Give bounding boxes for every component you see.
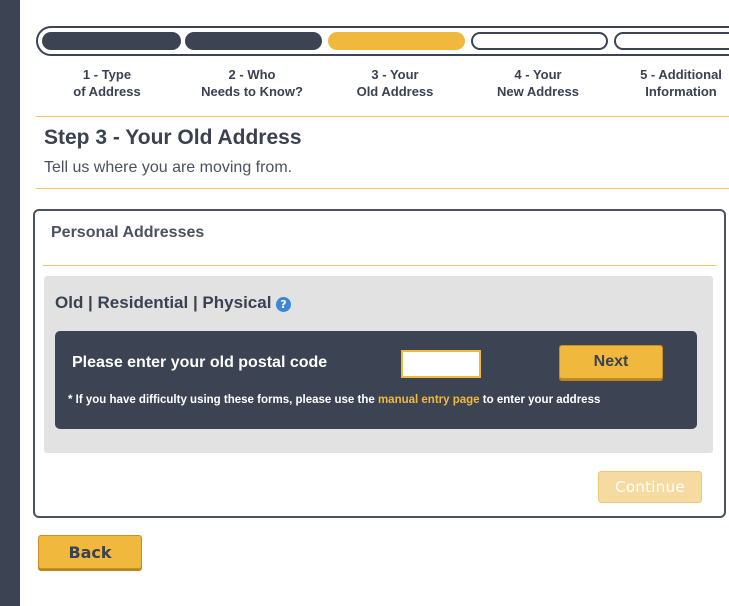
postal-code-input[interactable] bbox=[401, 350, 481, 378]
step-2-line1: 2 - Who bbox=[228, 67, 276, 82]
difficulty-note: * If you have difficulty using these for… bbox=[68, 394, 600, 406]
progress-segment-step-2 bbox=[185, 32, 322, 50]
step-3-line2: Old Address bbox=[356, 84, 434, 99]
progress-segment-step-3 bbox=[328, 32, 465, 50]
step-4-line1: 4 - Your bbox=[514, 67, 562, 82]
continue-button[interactable]: Continue bbox=[598, 471, 702, 503]
divider-header bbox=[36, 188, 729, 189]
step-label-3: 3 - Your Old Address bbox=[325, 66, 465, 100]
note-prefix: * If you have difficulty using these for… bbox=[68, 394, 378, 406]
step-5-line2: Information bbox=[645, 84, 717, 99]
section-title: Old | Residential | Physical bbox=[55, 293, 272, 312]
step-3-line1: 3 - Your bbox=[371, 67, 419, 82]
divider-top bbox=[36, 116, 729, 117]
step-1-line2: of Address bbox=[73, 84, 141, 99]
progress-segment-step-1 bbox=[42, 32, 181, 50]
step-1-line1: 1 - Type bbox=[82, 67, 132, 82]
step-4-line2: New Address bbox=[497, 84, 579, 99]
note-suffix: to enter your address bbox=[479, 394, 601, 406]
postal-code-label: Please enter your old postal code bbox=[72, 354, 328, 371]
step-5-line1: 5 - Additional bbox=[640, 67, 722, 82]
card-title: Personal Addresses bbox=[51, 224, 205, 241]
left-edge-bar bbox=[0, 0, 20, 606]
page-subtitle: Tell us where you are moving from. bbox=[44, 159, 293, 176]
step-label-1: 1 - Type of Address bbox=[37, 66, 177, 100]
step-label-2: 2 - Who Needs to Know? bbox=[182, 66, 322, 100]
progress-tracker bbox=[36, 26, 729, 56]
question-circle-icon[interactable]: ? bbox=[276, 297, 291, 312]
page-title: Step 3 - Your Old Address bbox=[44, 126, 302, 149]
progress-segment-step-5 bbox=[614, 32, 729, 50]
step-label-4: 4 - Your New Address bbox=[468, 66, 608, 100]
step-label-5: 5 - Additional Information bbox=[611, 66, 729, 100]
card-divider bbox=[43, 265, 716, 266]
step-2-line2: Needs to Know? bbox=[201, 84, 303, 99]
manual-entry-link[interactable]: manual entry page bbox=[378, 394, 480, 406]
back-button[interactable]: Back bbox=[38, 535, 142, 569]
next-button[interactable]: Next bbox=[559, 345, 663, 379]
progress-segment-step-4 bbox=[471, 32, 608, 50]
